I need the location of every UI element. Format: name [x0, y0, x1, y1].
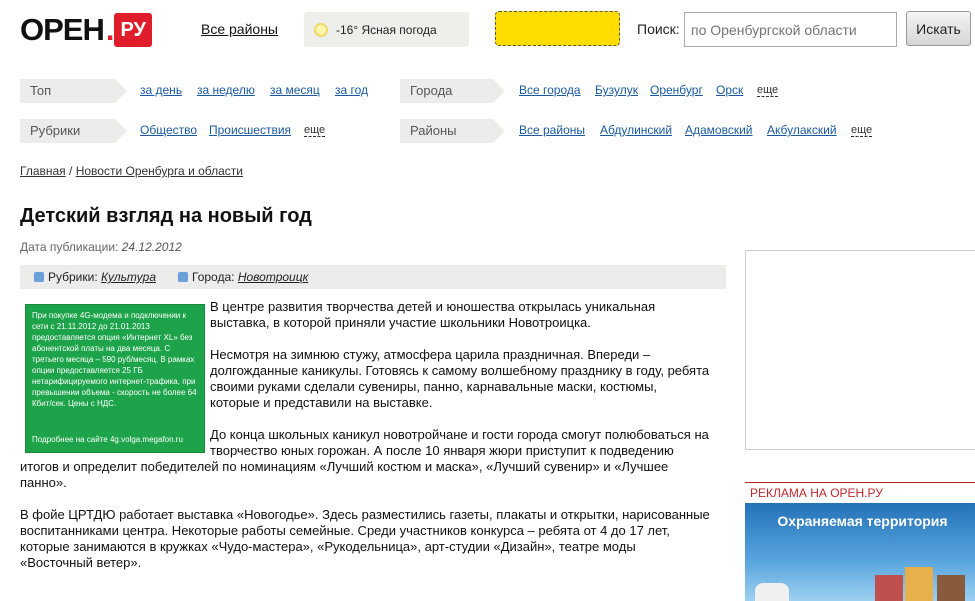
nav-districts-more[interactable]: еще	[851, 124, 873, 137]
rss-icon	[34, 272, 44, 282]
article-meta-bar: Рубрики: Культура Города: Новотроицк	[20, 265, 726, 289]
protected-territory-banner[interactable]: Охраняемая территория	[745, 503, 975, 601]
publication-date: Дата публикации: 24.12.2012	[20, 240, 182, 254]
nav-rubric-incidents[interactable]: Происшествия	[209, 123, 291, 137]
logo-dot: .	[105, 12, 115, 47]
nav-district-all[interactable]: Все районы	[519, 123, 585, 137]
article-paragraph: В фойе ЦРТДЮ работает выставка «Новогодь…	[20, 507, 710, 570]
sun-icon	[314, 22, 328, 37]
search-label: Поиск:	[637, 21, 680, 37]
nav-district-abdulinsky[interactable]: Абдулинский	[600, 123, 672, 137]
breadcrumb: Главная / Новости Оренбурга и области	[20, 164, 243, 178]
megafon-ad-text: При покупке 4G-модема и подключении к се…	[32, 311, 197, 408]
megafon-ad[interactable]: При покупке 4G-модема и подключении к се…	[25, 304, 205, 453]
nav-cities-more[interactable]: еще	[757, 84, 779, 97]
weather-text: -16° Ясная погода	[336, 22, 437, 37]
nav-city-orsk[interactable]: Орск	[716, 83, 743, 97]
nav-district-akbulaksky[interactable]: Акбулакский	[767, 123, 837, 137]
article-title: Детский взгляд на новый год	[20, 205, 312, 227]
nav-rubrics-more[interactable]: еще	[304, 124, 326, 137]
promo-banner[interactable]	[495, 11, 620, 46]
logo-text: ОРЕН	[20, 12, 105, 47]
house-icon	[875, 575, 903, 601]
house-icon	[905, 567, 933, 601]
nav-tag-cities: Города	[400, 79, 505, 103]
pub-date-value: 24.12.2012	[121, 240, 182, 254]
logo-domain: РУ	[114, 13, 153, 47]
city-meta-label: Города:	[192, 270, 235, 284]
nav-top-month[interactable]: за месяц	[270, 83, 320, 97]
breadcrumb-separator: /	[65, 164, 76, 178]
city-meta: Города: Новотроицк	[178, 270, 308, 284]
nav-top-week[interactable]: за неделю	[197, 83, 255, 97]
nav-city-orenburg[interactable]: Оренбург	[650, 83, 703, 97]
search-input[interactable]	[684, 12, 897, 47]
rubric-meta: Рубрики: Культура	[34, 270, 156, 284]
weather-widget[interactable]: -16° Ясная погода	[304, 12, 469, 47]
satellite-dish-icon	[755, 583, 789, 601]
nav-top-year[interactable]: за год	[335, 83, 368, 97]
nav-tag-districts: Районы	[400, 119, 505, 143]
nav-tag-top: Топ	[20, 79, 127, 103]
banner-title: Охраняемая территория	[777, 513, 948, 529]
nav-top-day[interactable]: за день	[140, 83, 182, 97]
city-link[interactable]: Новотроицк	[238, 270, 308, 284]
megafon-ad-footer: Подробнее на сайте 4g.volga.megafon.ru	[32, 435, 183, 444]
nav-rubric-society[interactable]: Общество	[140, 123, 197, 137]
pub-date-label: Дата публикации:	[20, 240, 119, 254]
nav-tag-rubrics: Рубрики	[20, 119, 127, 143]
nav-city-all[interactable]: Все города	[519, 83, 581, 97]
sidebar-ad-placeholder[interactable]	[745, 250, 975, 450]
nav-city-buzuluk[interactable]: Бузулук	[595, 83, 638, 97]
nav-district-adamovsky[interactable]: Адамовский	[685, 123, 753, 137]
rubric-link[interactable]: Культура	[101, 270, 156, 284]
breadcrumb-section[interactable]: Новости Оренбурга и области	[76, 164, 243, 178]
advertising-label[interactable]: РЕКЛАМА НА ОРЕН.РУ	[745, 482, 975, 500]
all-regions-link[interactable]: Все районы	[201, 21, 278, 37]
breadcrumb-home[interactable]: Главная	[20, 164, 66, 178]
house-icon	[937, 575, 965, 601]
rubric-meta-label: Рубрики:	[48, 270, 98, 284]
search-button[interactable]: Искать	[906, 11, 971, 46]
rss-icon	[178, 272, 188, 282]
site-logo[interactable]: ОРЕН . РУ	[20, 12, 153, 48]
